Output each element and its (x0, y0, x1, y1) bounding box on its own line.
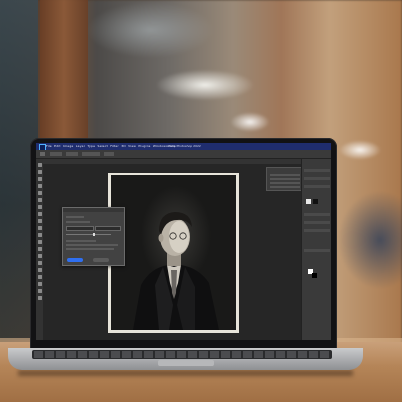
laptop-keys (34, 351, 330, 358)
layers-panel-popup[interactable] (266, 167, 306, 191)
stamp-tool-icon[interactable] (37, 219, 42, 223)
window-title: Adobe Photoshop 2022 (166, 144, 201, 148)
tool-preset-icon[interactable] (40, 152, 45, 156)
marquee-tool-icon[interactable] (37, 170, 42, 174)
laptop-shadow (18, 370, 353, 376)
color-swatch[interactable] (306, 199, 311, 204)
dialog-text-line (66, 221, 90, 223)
dialog-text-line (66, 248, 114, 250)
portrait-figure (133, 212, 219, 330)
menu-item[interactable]: Edit (54, 144, 61, 148)
quick-select-tool-icon[interactable] (37, 184, 42, 188)
dialog-dropdown[interactable] (95, 226, 121, 231)
dodge-tool-icon[interactable] (37, 254, 42, 258)
neural-filter-dialog[interactable] (62, 207, 125, 266)
type-tool-icon[interactable] (37, 268, 42, 272)
dialog-text-line (66, 244, 118, 246)
menu-item[interactable]: Plugins (138, 144, 150, 148)
ps-titlebar: File Edit Image Layer Type Select Filter… (36, 143, 331, 151)
menu-item[interactable]: Filter (110, 144, 119, 148)
layer-row[interactable] (270, 174, 300, 176)
laptop-trackpad (158, 360, 214, 366)
brush-tool-icon[interactable] (37, 212, 42, 216)
crop-tool-icon[interactable] (37, 191, 42, 195)
ps-right-panels (301, 159, 331, 340)
panel-row[interactable] (304, 213, 330, 216)
background-pillar (40, 0, 88, 140)
eyedropper-tool-icon[interactable] (37, 198, 42, 202)
panel-row[interactable] (304, 229, 330, 232)
layer-row[interactable] (270, 182, 300, 184)
history-brush-tool-icon[interactable] (37, 226, 42, 230)
lasso-tool-icon[interactable] (37, 177, 42, 181)
color-swatch[interactable] (313, 199, 318, 204)
option-control[interactable] (66, 152, 78, 156)
panel-row[interactable] (304, 249, 330, 252)
path-select-tool-icon[interactable] (37, 275, 42, 279)
menu-item[interactable]: Select (98, 144, 108, 148)
option-control[interactable] (50, 152, 62, 156)
panel-row[interactable] (304, 221, 330, 224)
hand-tool-icon[interactable] (37, 289, 42, 293)
option-control[interactable] (82, 152, 100, 156)
dialog-slider[interactable] (66, 234, 111, 235)
healing-tool-icon[interactable] (37, 205, 42, 209)
shape-tool-icon[interactable] (37, 282, 42, 286)
panel-tab[interactable] (304, 169, 330, 172)
slider-thumb[interactable] (93, 233, 95, 236)
move-tool-icon[interactable] (37, 163, 42, 167)
laptop-screen: File Edit Image Layer Type Select Filter… (36, 143, 331, 340)
ok-button[interactable] (67, 258, 83, 262)
menu-item[interactable]: 3D (121, 144, 126, 148)
menu-item[interactable]: Window (153, 144, 166, 148)
dialog-text-line (66, 240, 96, 242)
layer-row[interactable] (270, 186, 300, 188)
cancel-button[interactable] (93, 258, 109, 262)
dialog-text-line (66, 216, 84, 218)
option-control[interactable] (104, 152, 114, 156)
menu-item[interactable]: Image (63, 144, 73, 148)
panel-row[interactable] (304, 185, 330, 188)
pen-tool-icon[interactable] (37, 261, 42, 265)
menu-item[interactable]: Type (87, 144, 95, 148)
eraser-tool-icon[interactable] (37, 233, 42, 237)
panel-row[interactable] (304, 177, 330, 180)
dialog-header[interactable] (63, 208, 124, 212)
layer-row[interactable] (270, 178, 300, 180)
menu-item[interactable]: View (128, 144, 136, 148)
menu-item[interactable]: File (46, 144, 52, 148)
blur-tool-icon[interactable] (37, 247, 42, 251)
menu-item[interactable]: Layer (76, 144, 85, 148)
vintage-portrait-photo[interactable] (111, 175, 236, 330)
dialog-dropdown[interactable] (66, 226, 94, 231)
zoom-tool-icon[interactable] (37, 296, 42, 300)
gradient-tool-icon[interactable] (37, 240, 42, 244)
ps-toolbar (36, 159, 43, 340)
ps-options-bar (36, 150, 331, 159)
document-tab[interactable] (43, 159, 301, 164)
background-color-swatch[interactable] (312, 273, 317, 278)
ps-menubar[interactable]: File Edit Image Layer Type Select Filter… (46, 143, 176, 150)
